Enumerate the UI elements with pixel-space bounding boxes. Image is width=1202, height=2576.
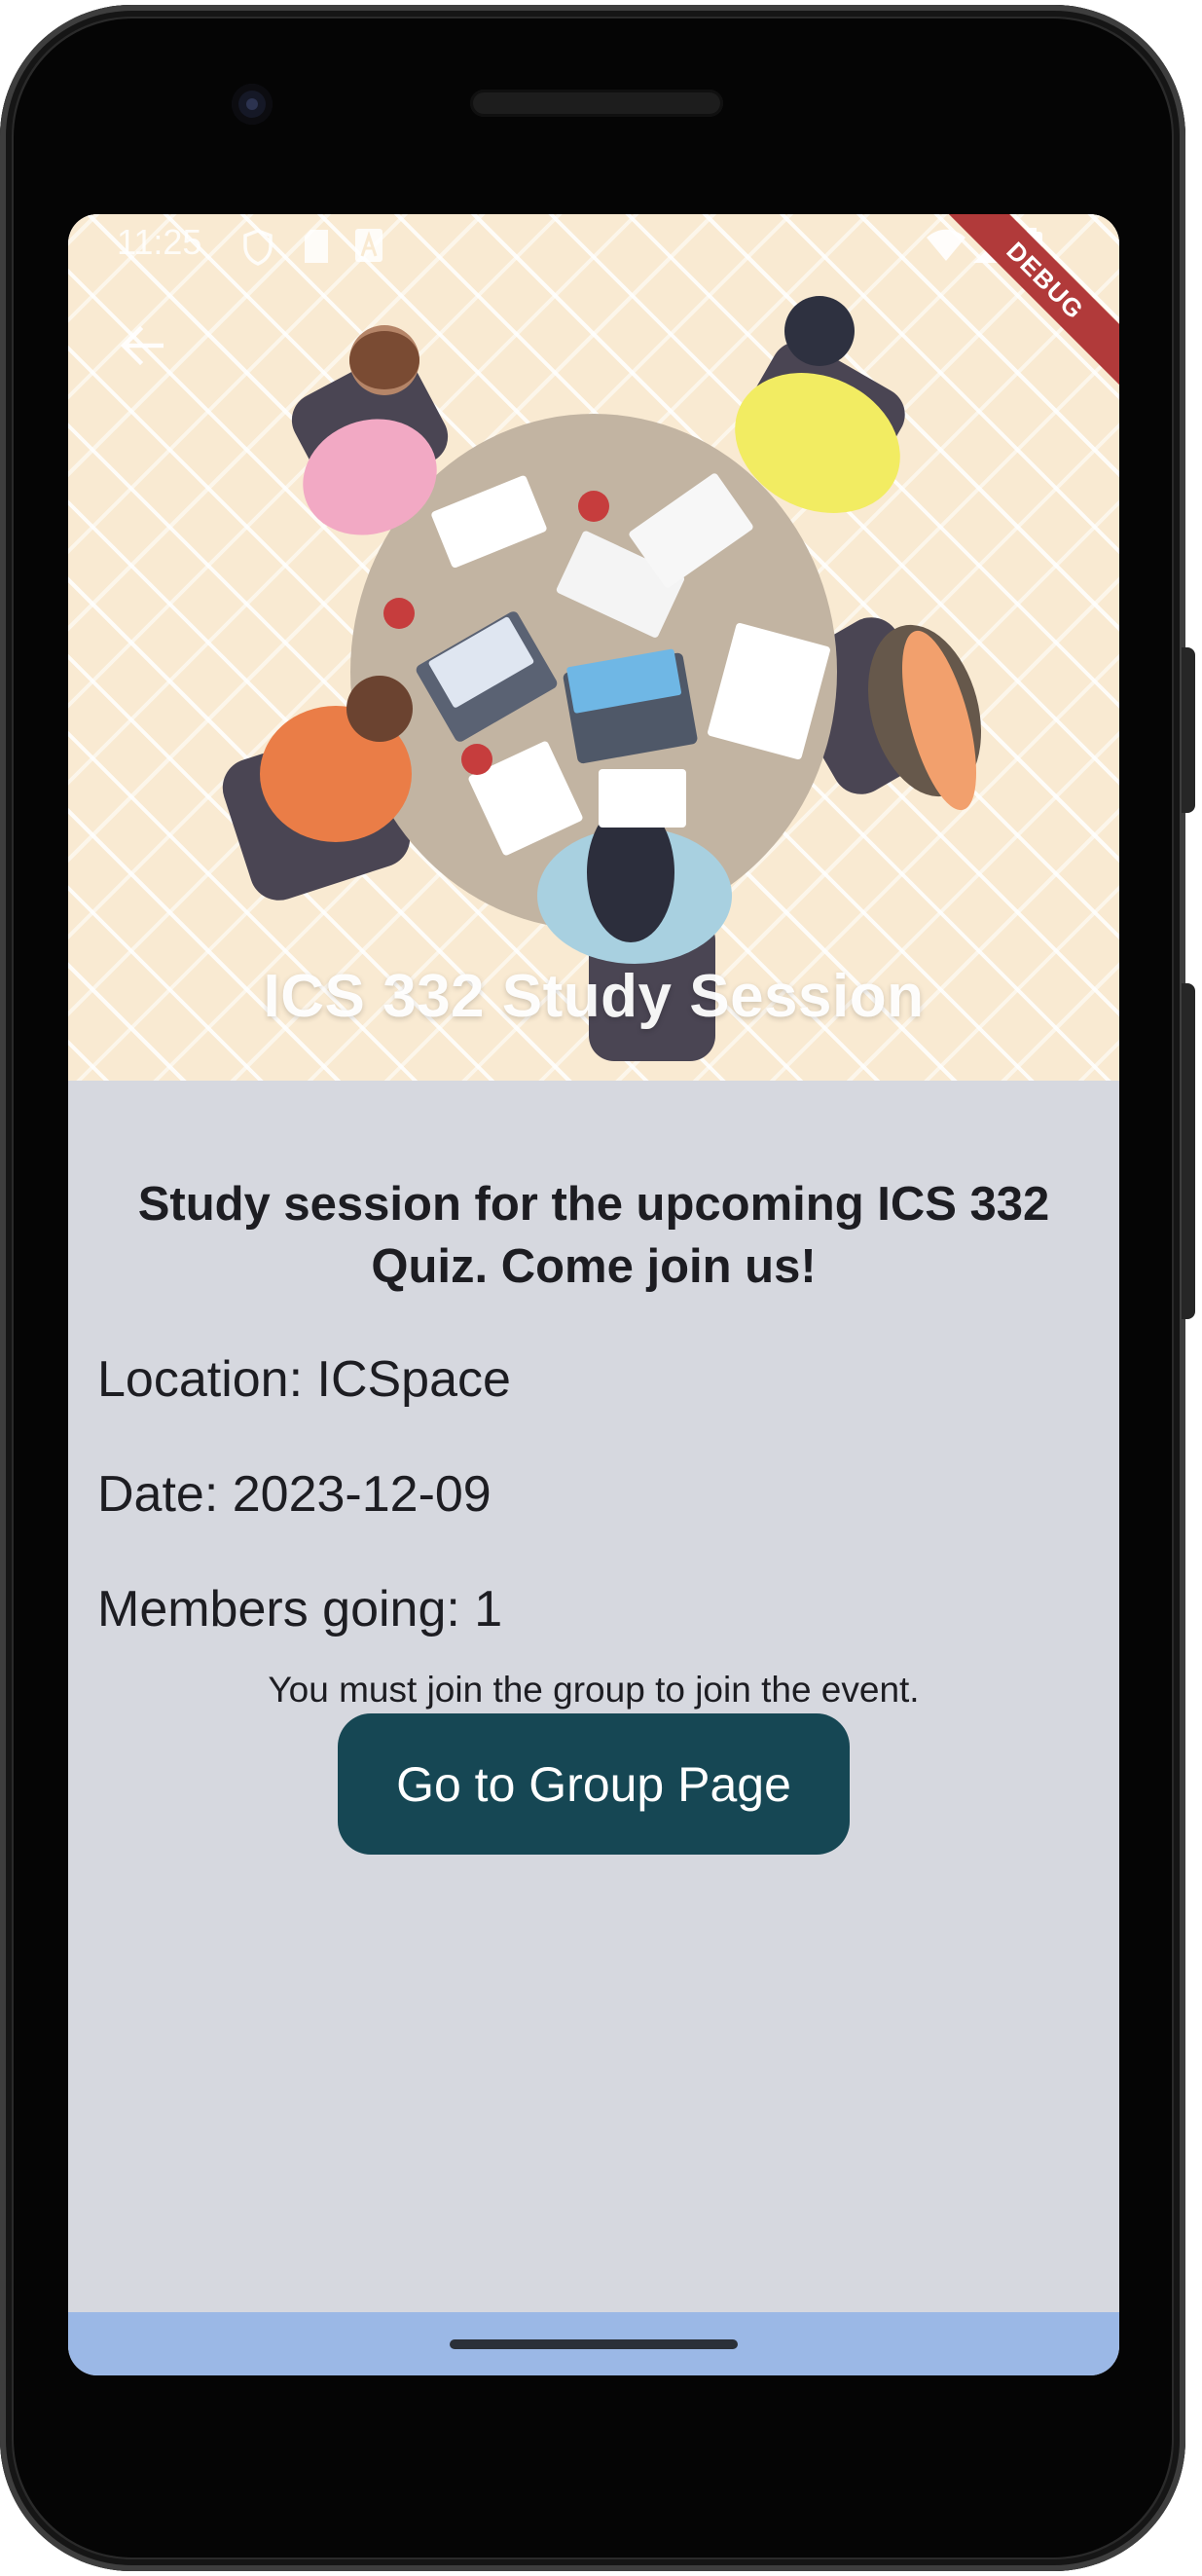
back-button[interactable] xyxy=(107,312,175,380)
event-title: ICS 332 Study Session xyxy=(263,963,925,1030)
power-button xyxy=(1182,647,1195,813)
earpiece-speaker xyxy=(470,90,723,117)
event-date: Date: 2023-12-09 xyxy=(97,1466,492,1523)
app-screen: ICS 332 Study Session 11:25 DEBUG Study … xyxy=(68,214,1119,2375)
arrow-left-icon xyxy=(120,326,164,365)
join-notice: You must join the group to join the even… xyxy=(268,1670,920,1710)
event-location: Location: ICSpace xyxy=(97,1351,511,1408)
wifi-icon xyxy=(927,229,965,261)
event-header-image: ICS 332 Study Session xyxy=(68,214,1119,1081)
event-details: Study session for the upcoming ICS 332 Q… xyxy=(68,1081,1119,2312)
front-camera-icon xyxy=(232,84,273,125)
members-going: Members going: 1 xyxy=(97,1581,503,1638)
volume-button xyxy=(1182,983,1195,1319)
status-time: 11:25 xyxy=(117,222,202,262)
home-indicator[interactable] xyxy=(450,2339,738,2349)
system-navigation-bar xyxy=(68,2312,1119,2375)
study-group-illustration xyxy=(222,296,982,1061)
sim-card-icon xyxy=(305,230,328,263)
event-description: Study session for the upcoming ICS 332 Q… xyxy=(137,1178,1050,1293)
go-to-group-page-button[interactable]: Go to Group Page xyxy=(338,1713,850,1855)
shield-icon xyxy=(243,229,273,266)
text-a-icon xyxy=(355,229,382,262)
